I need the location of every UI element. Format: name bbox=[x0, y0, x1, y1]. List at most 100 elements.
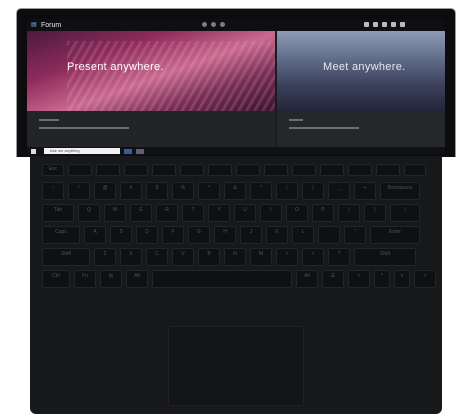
keyboard-key[interactable]: } bbox=[364, 204, 386, 222]
keyboard-key[interactable]: ⊞ bbox=[100, 270, 122, 288]
keyboard-key[interactable]: Shift bbox=[42, 248, 90, 266]
keyboard-key[interactable]: Esc bbox=[42, 164, 64, 176]
keyboard-key[interactable]: Backspace bbox=[380, 182, 420, 200]
taskbar-app-icon[interactable] bbox=[124, 148, 132, 154]
keyboard-key[interactable]: Caps bbox=[42, 226, 80, 244]
keyboard-key[interactable] bbox=[264, 164, 288, 176]
keyboard-key[interactable]: ) bbox=[302, 182, 324, 200]
keyboard-key[interactable]: B bbox=[198, 248, 220, 266]
trackpad[interactable] bbox=[168, 326, 304, 406]
keyboard-key[interactable] bbox=[124, 164, 148, 176]
keyboard-key[interactable]: J bbox=[240, 226, 262, 244]
pen-icon[interactable] bbox=[364, 22, 369, 27]
keyboard-key[interactable]: L bbox=[292, 226, 314, 244]
eraser-icon[interactable] bbox=[382, 22, 387, 27]
next-slide-notes[interactable] bbox=[277, 111, 445, 147]
keyboard-key[interactable]: Alt bbox=[126, 270, 148, 288]
keyboard-key[interactable]: Tab bbox=[42, 204, 74, 222]
keyboard-key[interactable]: ^ bbox=[374, 270, 390, 288]
next-slide[interactable]: Meet anywhere. bbox=[277, 31, 445, 111]
keyboard-key[interactable]: Fn bbox=[74, 270, 96, 288]
keyboard-key[interactable] bbox=[68, 164, 92, 176]
bottom-key-row: Ctrl Fn ⊞ Alt Alt ☰ < ^ v > bbox=[42, 270, 436, 288]
keyboard-key[interactable]: Enter bbox=[370, 226, 420, 244]
notes-heading bbox=[289, 119, 303, 121]
keyboard-key[interactable]: @ bbox=[94, 182, 116, 200]
keyboard-key[interactable]: ? bbox=[328, 248, 350, 266]
keyboard-key[interactable]: + bbox=[354, 182, 376, 200]
keyboard-key[interactable]: < bbox=[348, 270, 370, 288]
keyboard-key[interactable]: Alt bbox=[296, 270, 318, 288]
keyboard-key[interactable]: T bbox=[182, 204, 204, 222]
keyboard-key[interactable] bbox=[96, 164, 120, 176]
keyboard-key[interactable]: $ bbox=[146, 182, 168, 200]
keyboard-key[interactable]: Y bbox=[208, 204, 230, 222]
keyboard-key[interactable]: & bbox=[224, 182, 246, 200]
keyboard-key[interactable]: Z bbox=[94, 248, 116, 266]
pointer-icon[interactable] bbox=[373, 22, 378, 27]
prev-slide-icon[interactable] bbox=[202, 22, 207, 27]
keyboard-key[interactable]: U bbox=[234, 204, 256, 222]
keyboard-key[interactable]: I bbox=[260, 204, 282, 222]
keyboard-key[interactable]: X bbox=[120, 248, 142, 266]
current-slide-notes[interactable] bbox=[27, 111, 275, 147]
keyboard-key[interactable] bbox=[376, 164, 400, 176]
keyboard-key[interactable] bbox=[236, 164, 260, 176]
keyboard-key[interactable]: Ctrl bbox=[42, 270, 70, 288]
keyboard-key[interactable]: v bbox=[394, 270, 410, 288]
keyboard-key[interactable] bbox=[152, 270, 292, 288]
keyboard-key[interactable]: # bbox=[120, 182, 142, 200]
next-slide-icon[interactable] bbox=[220, 22, 225, 27]
keyboard-key[interactable]: Q bbox=[78, 204, 100, 222]
slide-navigation[interactable] bbox=[202, 22, 225, 27]
play-icon[interactable] bbox=[211, 22, 216, 27]
taskbar-app-icon[interactable] bbox=[136, 148, 144, 154]
keyboard-key[interactable] bbox=[320, 164, 344, 176]
keyboard-key[interactable] bbox=[180, 164, 204, 176]
keyboard-key[interactable]: " bbox=[344, 226, 366, 244]
keyboard-key[interactable]: G bbox=[188, 226, 210, 244]
keyboard-key[interactable]: { bbox=[338, 204, 360, 222]
keyboard-key[interactable] bbox=[292, 164, 316, 176]
keyboard-key[interactable]: O bbox=[286, 204, 308, 222]
keyboard-key[interactable] bbox=[404, 164, 426, 176]
keyboard-key[interactable] bbox=[152, 164, 176, 176]
keyboard-key[interactable]: H bbox=[214, 226, 236, 244]
keyboard-key[interactable]: K bbox=[266, 226, 288, 244]
keyboard-key[interactable]: ~ bbox=[42, 182, 64, 200]
keyboard-key[interactable]: E bbox=[130, 204, 152, 222]
current-slide[interactable]: Present anywhere. bbox=[27, 31, 275, 111]
keyboard-key[interactable]: | bbox=[390, 204, 420, 222]
keyboard-key[interactable]: > bbox=[414, 270, 436, 288]
keyboard-key[interactable]: P bbox=[312, 204, 334, 222]
keyboard-key[interactable]: < bbox=[276, 248, 298, 266]
keyboard-key[interactable]: * bbox=[250, 182, 272, 200]
keyboard-key[interactable]: D bbox=[136, 226, 158, 244]
keyboard-key[interactable]: _ bbox=[328, 182, 350, 200]
keyboard-key[interactable]: S bbox=[110, 226, 132, 244]
more-icon[interactable] bbox=[400, 22, 405, 27]
keyboard-key[interactable]: ☰ bbox=[322, 270, 344, 288]
keyboard-key[interactable]: W bbox=[104, 204, 126, 222]
keyboard-key[interactable]: R bbox=[156, 204, 178, 222]
keyboard-key[interactable]: V bbox=[172, 248, 194, 266]
settings-icon[interactable] bbox=[391, 22, 396, 27]
keyboard-key[interactable]: M bbox=[250, 248, 272, 266]
keyboard-key[interactable]: A bbox=[84, 226, 106, 244]
keyboard-key[interactable]: F bbox=[162, 226, 184, 244]
keyboard-key[interactable] bbox=[348, 164, 372, 176]
keyboard-key[interactable]: ! bbox=[68, 182, 90, 200]
surface-device: ▤ Forum Present anywhere. Meet anywhere.… bbox=[0, 0, 472, 416]
keyboard-key[interactable] bbox=[208, 164, 232, 176]
keyboard-key[interactable]: C bbox=[146, 248, 168, 266]
keyboard-key[interactable]: > bbox=[302, 248, 324, 266]
keyboard-key[interactable]: ^ bbox=[198, 182, 220, 200]
keyboard-key[interactable]: N bbox=[224, 248, 246, 266]
current-slide-title: Present anywhere. bbox=[67, 61, 164, 73]
keyboard-key[interactable]: % bbox=[172, 182, 194, 200]
windows-start-icon[interactable] bbox=[31, 148, 36, 154]
keyboard-key[interactable]: Shift bbox=[354, 248, 416, 266]
search-input[interactable]: Ask me anything bbox=[44, 148, 120, 154]
keyboard-key[interactable]: : bbox=[318, 226, 340, 244]
keyboard-key[interactable]: ( bbox=[276, 182, 298, 200]
